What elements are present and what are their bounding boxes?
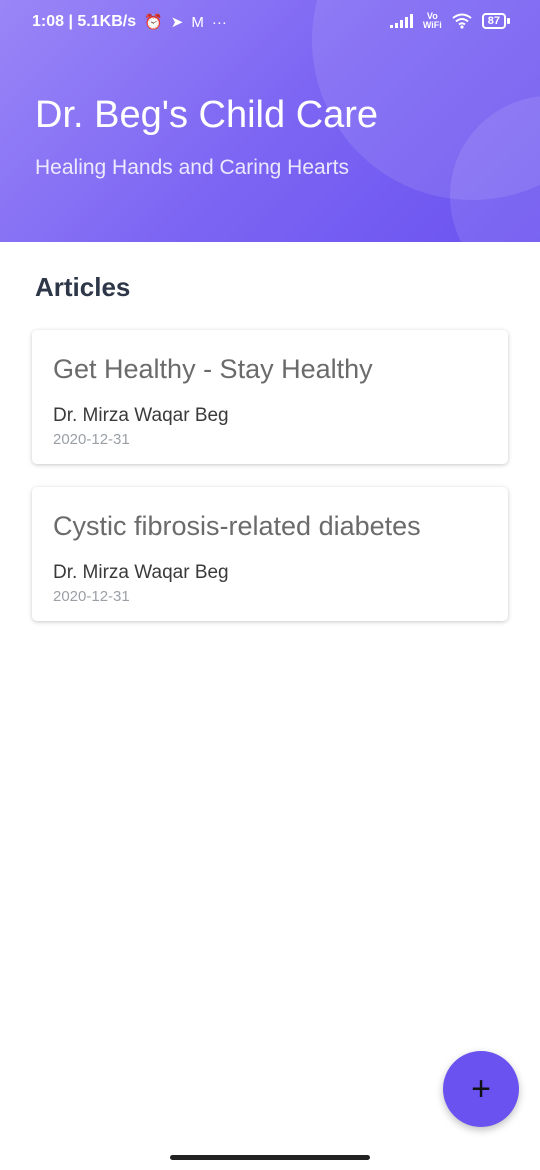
telegram-icon: ➤: [170, 13, 184, 31]
home-indicator[interactable]: [170, 1155, 370, 1160]
status-time: 1:08: [32, 13, 65, 30]
article-card[interactable]: Get Healthy - Stay Healthy Dr. Mirza Waq…: [32, 330, 508, 464]
wifi-label: WiFi: [422, 20, 442, 30]
article-date: 2020-12-31: [53, 588, 130, 605]
article-author: Dr. Mirza Waqar Beg: [53, 405, 229, 426]
status-bar: 1:08 | 5.1KB/s ⏰ ➤ M ··· Vo WiFi 87: [0, 0, 540, 44]
article-card[interactable]: Cystic fibrosis-related diabetes Dr. Mir…: [32, 487, 508, 621]
status-time-speed: 1:08 | 5.1KB/s: [32, 13, 137, 30]
signal-icon: [389, 14, 413, 28]
header-banner: 1:08 | 5.1KB/s ⏰ ➤ M ··· Vo WiFi 87 Dr. …: [0, 0, 540, 242]
article-title: Cystic fibrosis-related diabetes: [53, 511, 421, 541]
app-subtitle: Healing Hands and Caring Hearts: [35, 156, 350, 179]
status-left: 1:08 | 5.1KB/s ⏰ ➤ M ···: [32, 13, 227, 31]
plus-icon: +: [471, 1070, 491, 1108]
article-date: 2020-12-31: [53, 431, 130, 448]
battery-icon: 87: [481, 13, 510, 29]
battery-level: 87: [481, 13, 506, 29]
network-speed: 5.1KB/s: [77, 13, 137, 30]
status-right: Vo WiFi 87: [389, 12, 510, 30]
alarm-off-icon: ⏰: [144, 13, 163, 31]
app-screen: 1:08 | 5.1KB/s ⏰ ➤ M ··· Vo WiFi 87 Dr. …: [0, 0, 540, 1170]
gmail-icon: M: [191, 13, 204, 31]
wifi-icon: [452, 13, 472, 29]
vowifi-icon: Vo WiFi: [423, 12, 442, 30]
article-author: Dr. Mirza Waqar Beg: [53, 562, 229, 583]
app-title: Dr. Beg's Child Care: [35, 94, 379, 136]
article-title: Get Healthy - Stay Healthy: [53, 354, 373, 384]
more-icon: ···: [211, 13, 227, 31]
add-article-button[interactable]: +: [443, 1051, 519, 1127]
section-title: Articles: [35, 272, 131, 302]
